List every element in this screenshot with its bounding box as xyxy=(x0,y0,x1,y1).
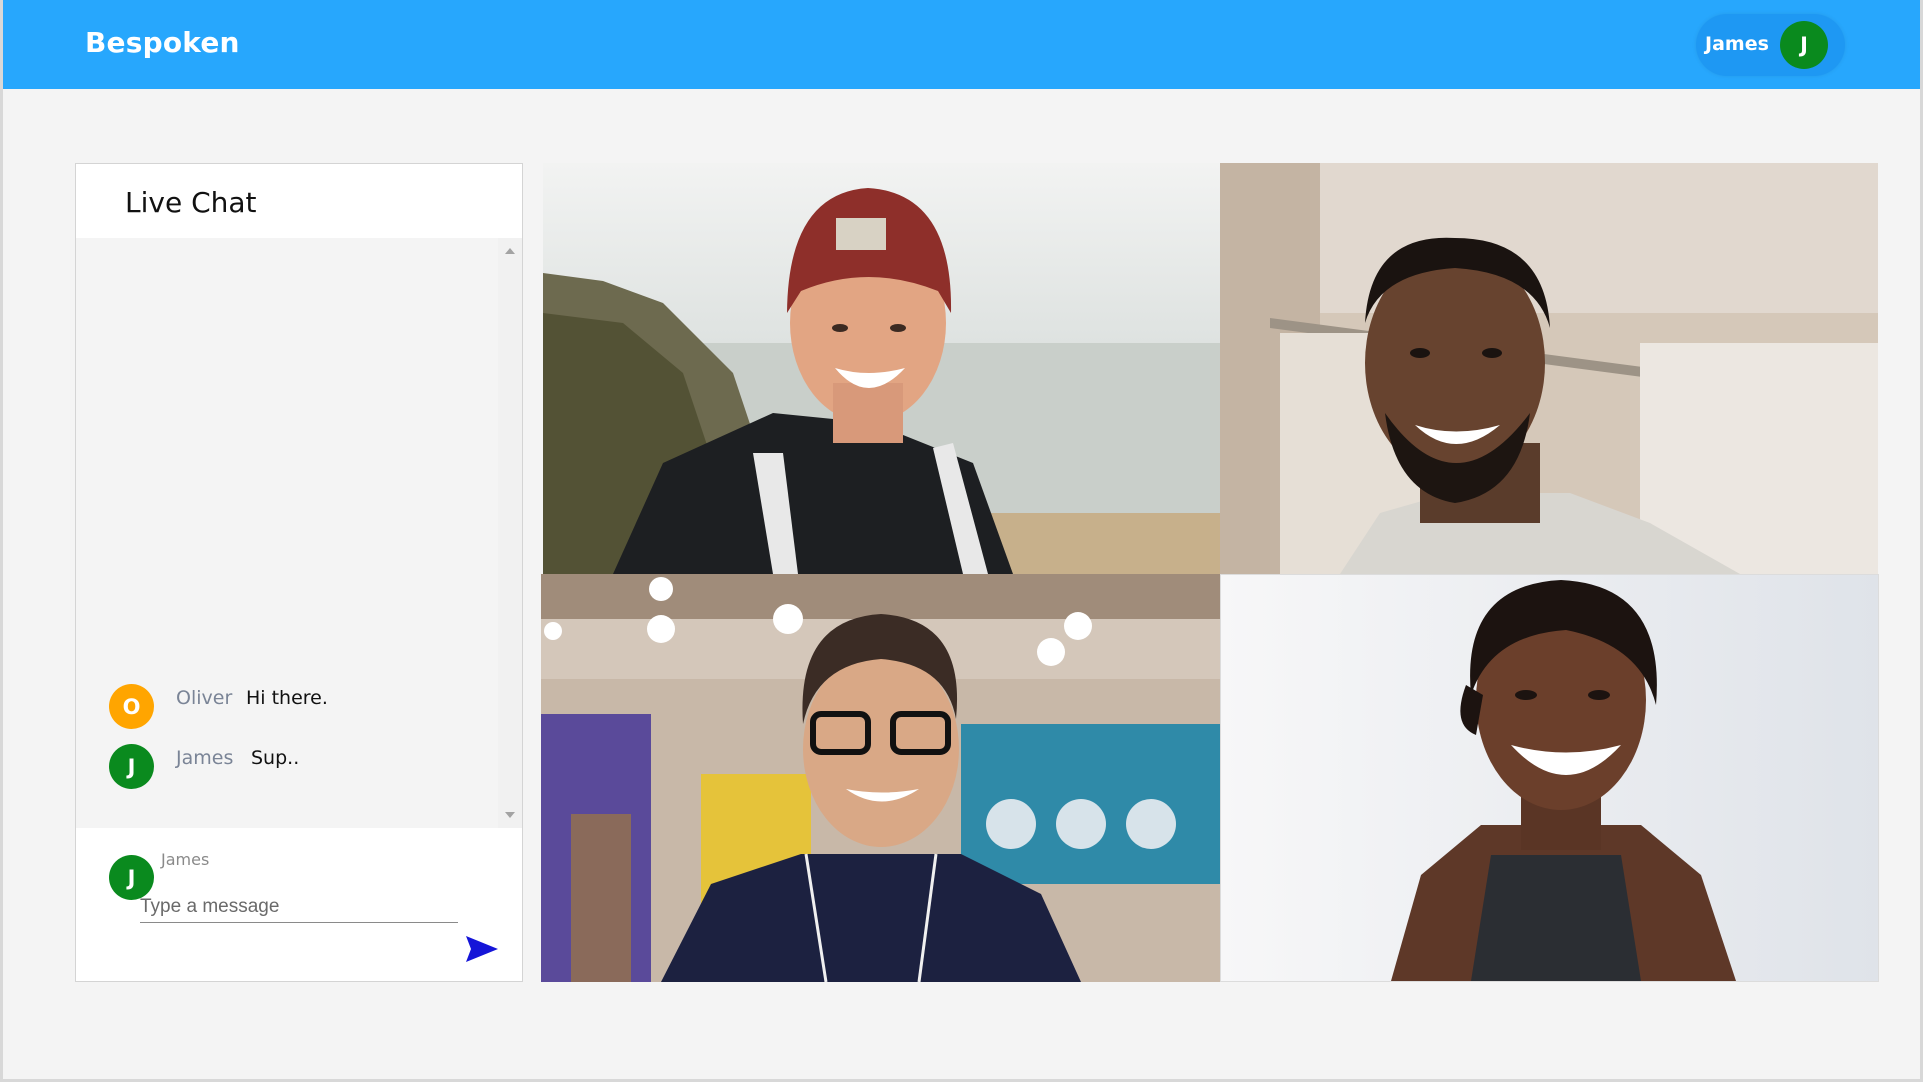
send-button[interactable] xyxy=(464,934,500,964)
video-tile-3[interactable] xyxy=(541,574,1220,982)
video-feed-icon xyxy=(541,574,1220,982)
video-feed-icon xyxy=(1220,163,1878,574)
message-text: Hi there. xyxy=(246,687,328,709)
user-menu-button[interactable]: James J xyxy=(1696,14,1845,76)
scroll-up-icon[interactable] xyxy=(505,248,515,254)
composer-sender: James xyxy=(161,850,210,869)
message-sender: Oliver xyxy=(176,687,233,709)
live-chat-panel: Live Chat O Oliver Hi there. J James Sup… xyxy=(75,163,523,982)
chat-scrollbar[interactable] xyxy=(498,238,522,828)
send-icon xyxy=(466,936,498,962)
user-name: James xyxy=(1705,33,1769,55)
message-input[interactable] xyxy=(140,891,458,923)
chat-message: J James Sup.. xyxy=(109,744,469,790)
video-tile-4[interactable] xyxy=(1220,574,1879,982)
message-text: Sup.. xyxy=(251,747,300,769)
message-avatar: J xyxy=(109,744,154,789)
brand-logo-text[interactable]: Bespoken xyxy=(85,26,240,59)
video-tile-1[interactable] xyxy=(543,163,1220,574)
message-avatar: O xyxy=(109,684,154,729)
app-page: Bespoken James J Live Chat O Oliver Hi t… xyxy=(0,0,1923,1082)
chat-title: Live Chat xyxy=(125,186,257,219)
scroll-down-icon[interactable] xyxy=(505,812,515,818)
video-feed-icon xyxy=(543,163,1220,574)
chat-message-list[interactable] xyxy=(76,238,522,828)
message-composer: J James xyxy=(76,828,522,981)
user-avatar: J xyxy=(1780,21,1828,69)
message-sender: James xyxy=(176,747,234,769)
video-tile-2[interactable] xyxy=(1220,163,1878,574)
chat-message: O Oliver Hi there. xyxy=(109,684,469,730)
top-header: Bespoken James J xyxy=(3,0,1920,89)
video-feed-icon xyxy=(1221,575,1878,981)
